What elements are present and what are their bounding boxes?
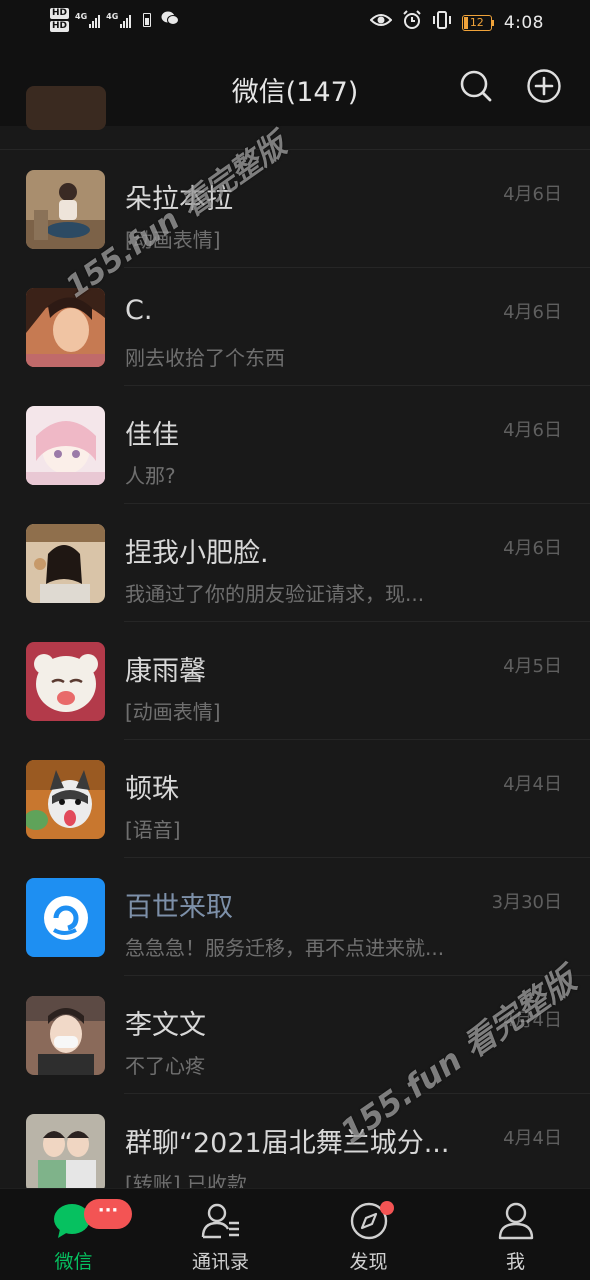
search-button[interactable] <box>458 68 494 104</box>
hd-indicators: HD HD <box>50 8 70 32</box>
signal-icon-1: 4G <box>75 12 101 28</box>
chat-row[interactable]: 李文文 不了心疼 4月4日 <box>0 976 590 1094</box>
chat-name: C. <box>125 295 153 326</box>
wechat-notification-icon <box>161 10 180 30</box>
chat-preview: 刚去收拾了个东西 <box>125 346 285 370</box>
contacts-icon <box>201 1203 239 1239</box>
tab-label: 发现 <box>349 1251 388 1273</box>
chat-name: 顿珠 <box>125 774 179 805</box>
signal-icon-2: 4G <box>106 12 132 28</box>
chat-name: 捏我小肥脸. <box>125 538 269 569</box>
chat-row[interactable]: 百世来取 急急急！服务迁移，再不点进来就... 3月30日 <box>0 858 590 976</box>
tab-discover[interactable]: 发现 <box>295 1189 442 1280</box>
wechat-screen: HD HD 4G 4G 12 4:08 微信(147) 朵拉本拉 [动画表情] … <box>0 0 590 1280</box>
chat-preview: 急急急！服务迁移，再不点进来就... <box>125 936 445 960</box>
avatar <box>26 406 105 485</box>
chat-preview: 不了心疼 <box>125 1054 205 1078</box>
chat-name: 佳佳 <box>125 420 179 451</box>
search-icon <box>460 70 492 102</box>
chat-row[interactable]: 朵拉本拉 [动画表情] 4月6日 <box>0 150 590 268</box>
network-type-1: 4G <box>75 12 88 21</box>
battery-icon: 12 <box>461 14 494 31</box>
chat-time: 4月4日 <box>503 774 562 795</box>
tab-label: 微信 <box>54 1251 93 1273</box>
avatar <box>26 170 105 249</box>
chat-time: 4月6日 <box>503 420 562 441</box>
avatar <box>26 642 105 721</box>
chat-row-partial[interactable] <box>0 86 590 150</box>
chat-preview: [动画表情] <box>125 700 221 724</box>
chat-preview: [动画表情] <box>125 228 221 252</box>
chat-time: 4月6日 <box>503 538 562 559</box>
chat-name: 朵拉本拉 <box>125 184 233 215</box>
eye-comfort-icon <box>369 12 393 33</box>
tab-me[interactable]: 我 <box>442 1189 589 1280</box>
chat-name: 群聊“2021届北舞兰城分... <box>125 1128 450 1159</box>
tab-chats[interactable]: ··· 微信 <box>0 1189 147 1280</box>
chat-preview: [语音] <box>125 818 181 842</box>
chat-time: 4月6日 <box>503 184 562 205</box>
tab-label: 我 <box>505 1251 525 1273</box>
tab-contacts[interactable]: 通讯录 <box>147 1189 294 1280</box>
chat-preview: 我通过了你的朋友验证请求，现... <box>125 582 425 606</box>
chat-row[interactable]: 顿珠 [语音] 4月4日 <box>0 740 590 858</box>
status-bar: HD HD 4G 4G 12 4:08 <box>0 0 590 48</box>
chat-row[interactable]: 捏我小肥脸. 我通过了你的朋友验证请求，现... 4月6日 <box>0 504 590 622</box>
hd-badge-1: HD <box>50 8 70 19</box>
avatar <box>26 996 105 1075</box>
bottom-tab-bar: ··· 微信 通讯录 发现 我 <box>0 1188 590 1280</box>
person-icon <box>498 1202 533 1240</box>
add-button[interactable] <box>526 68 562 104</box>
chat-time: 4月6日 <box>503 302 562 323</box>
chat-time: 4月4日 <box>503 1010 562 1031</box>
chat-time: 4月5日 <box>503 656 562 677</box>
unread-badge: ··· <box>84 1199 132 1229</box>
network-type-2: 4G <box>106 12 119 21</box>
status-right: 12 4:08 <box>369 10 544 35</box>
hd-badge-2: HD <box>50 21 70 32</box>
tab-label: 通讯录 <box>191 1251 249 1273</box>
chat-list[interactable]: 朵拉本拉 [动画表情] 4月6日 C. 刚去收拾了个东西 4月6日 佳佳 人那?… <box>0 86 590 1212</box>
chat-row[interactable]: 康雨馨 [动画表情] 4月5日 <box>0 622 590 740</box>
clock: 4:08 <box>503 12 544 33</box>
avatar <box>26 288 105 367</box>
avatar <box>26 1114 105 1193</box>
avatar <box>26 760 105 839</box>
avatar <box>26 86 106 130</box>
new-moments-dot <box>380 1201 394 1215</box>
chat-name: 百世来取 <box>125 892 233 923</box>
plus-circle-icon <box>527 69 561 103</box>
chat-name: 李文文 <box>125 1010 206 1041</box>
battery-level: 12 <box>461 14 492 31</box>
chat-row[interactable]: 佳佳 人那? 4月6日 <box>0 386 590 504</box>
status-left: HD HD 4G 4G <box>50 8 180 32</box>
battery-saver-icon <box>143 13 152 27</box>
avatar <box>26 524 105 603</box>
chat-row[interactable]: C. 刚去收拾了个东西 4月6日 <box>0 268 590 386</box>
chat-preview: 人那? <box>125 464 176 488</box>
vibrate-icon <box>432 10 452 35</box>
avatar <box>26 878 105 957</box>
chat-time: 3月30日 <box>491 892 562 913</box>
chat-name: 康雨馨 <box>125 656 206 687</box>
alarm-icon <box>402 10 422 35</box>
chat-time: 4月4日 <box>503 1128 562 1149</box>
